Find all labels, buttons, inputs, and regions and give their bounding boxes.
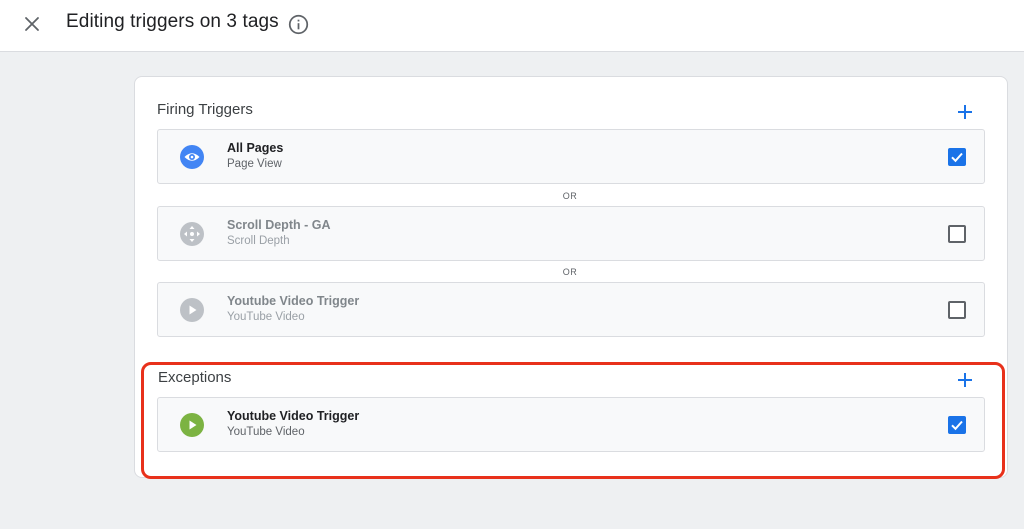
plus-icon [958,373,972,387]
play-icon [180,298,204,322]
firing-triggers-title: Firing Triggers [157,101,253,118]
check-icon [951,420,963,431]
trigger-checkbox-scroll-depth[interactable] [948,225,966,243]
close-icon [25,17,39,31]
exception-checkbox-youtube-video[interactable] [948,416,966,434]
trigger-type: Page View [227,158,282,170]
play-icon [180,413,204,437]
page-title: Editing triggers on 3 tags [66,11,279,32]
plus-icon [958,105,972,119]
move-arrows-icon [180,222,204,246]
trigger-card-all-pages[interactable]: All Pages Page View [157,129,985,184]
add-exception-button[interactable] [954,369,976,391]
trigger-type: Scroll Depth [227,235,290,247]
check-icon [951,152,963,163]
trigger-name: Scroll Depth - GA [227,218,331,232]
or-separator: OR [562,191,578,201]
trigger-name: Youtube Video Trigger [227,409,360,423]
header-bar: Editing triggers on 3 tags [0,0,1024,52]
trigger-card-youtube-video[interactable]: Youtube Video Trigger YouTube Video [157,282,985,337]
trigger-card-scroll-depth[interactable]: Scroll Depth - GA Scroll Depth [157,206,985,261]
eye-icon [180,145,204,169]
info-icon[interactable] [288,14,309,35]
add-firing-trigger-button[interactable] [954,101,976,123]
trigger-checkbox-all-pages[interactable] [948,148,966,166]
trigger-checkbox-youtube-video[interactable] [948,301,966,319]
trigger-name: All Pages [227,141,284,155]
trigger-type: YouTube Video [227,311,305,323]
trigger-type: YouTube Video [227,426,305,438]
exception-card-youtube-video[interactable]: Youtube Video Trigger YouTube Video [157,397,985,452]
close-button[interactable] [20,12,44,36]
trigger-name: Youtube Video Trigger [227,294,360,308]
or-separator: OR [562,267,578,277]
exceptions-title: Exceptions [158,369,232,386]
